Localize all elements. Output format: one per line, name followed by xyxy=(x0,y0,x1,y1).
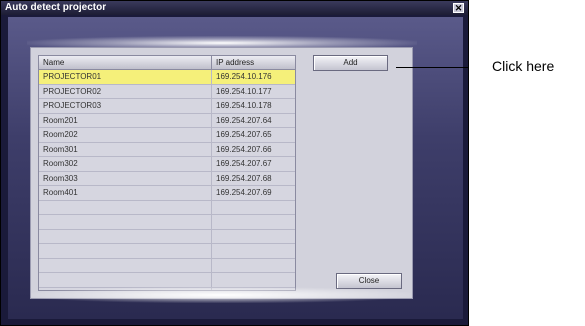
table-row[interactable]: PROJECTOR03 169.254.10.178 xyxy=(39,99,295,114)
cell-name: Room202 xyxy=(39,128,212,142)
cell-ip: 169.254.207.64 xyxy=(216,115,272,125)
title-bar: Auto detect projector ✕ xyxy=(1,1,468,15)
table-row[interactable]: Room202 169.254.207.65 xyxy=(39,128,295,143)
cell-ip xyxy=(212,230,295,244)
cell-name xyxy=(39,258,212,272)
cell-name: PROJECTOR01 xyxy=(39,70,212,84)
table-row[interactable]: PROJECTOR01 169.254.10.176 xyxy=(39,70,295,85)
cell-ip: 169.254.10.176 xyxy=(216,72,272,81)
table-row[interactable] xyxy=(39,229,295,244)
cell-name: Room303 xyxy=(39,171,212,185)
cell-ip xyxy=(212,201,295,215)
cell-ip xyxy=(212,259,295,273)
table-row[interactable] xyxy=(39,244,295,259)
cell-name: Room302 xyxy=(39,157,212,171)
cell-name: Room201 xyxy=(39,113,212,127)
table-row[interactable]: Room401 169.254.207.69 xyxy=(39,186,295,201)
table-header: Name IP address xyxy=(39,56,295,70)
cell-ip: 169.254.207.67 xyxy=(216,159,272,168)
table-row[interactable]: Room301 169.254.207.66 xyxy=(39,142,295,157)
cell-ip xyxy=(212,244,295,258)
cell-ip xyxy=(212,215,295,229)
cell-name xyxy=(39,273,212,287)
cell-name: Room401 xyxy=(39,186,212,200)
table-row[interactable] xyxy=(39,273,295,288)
content-panel: Name IP address PROJECTOR01 169.254.10.17… xyxy=(30,47,413,299)
table-row[interactable] xyxy=(39,200,295,215)
cell-ip: 169.254.10.177 xyxy=(216,86,272,96)
bottom-glow xyxy=(31,287,411,303)
add-button[interactable]: Add xyxy=(313,55,388,71)
table-row[interactable]: Room201 169.254.207.64 xyxy=(39,113,295,128)
cell-ip: 169.254.207.68 xyxy=(216,173,272,183)
cell-ip: 169.254.10.178 xyxy=(216,101,272,110)
projector-table: Name IP address PROJECTOR01 169.254.10.17… xyxy=(38,55,296,291)
auto-detect-projector-dialog: Auto detect projector ✕ Name IP address … xyxy=(0,0,469,326)
cell-name: PROJECTOR03 xyxy=(39,99,212,113)
column-header-ip[interactable]: IP address xyxy=(212,56,295,69)
cell-name xyxy=(39,200,212,214)
table-row[interactable]: Room302 169.254.207.67 xyxy=(39,157,295,172)
cell-name xyxy=(39,244,212,258)
table-row[interactable]: Room303 169.254.207.68 xyxy=(39,171,295,186)
cell-name: PROJECTOR02 xyxy=(39,84,212,98)
cell-ip xyxy=(212,273,295,287)
cell-name xyxy=(39,229,212,243)
window-title: Auto detect projector xyxy=(5,2,107,13)
cell-ip: 169.254.207.65 xyxy=(216,130,272,139)
cell-name: Room301 xyxy=(39,142,212,156)
callout-text: Click here xyxy=(492,58,555,74)
table-row[interactable]: PROJECTOR02 169.254.10.177 xyxy=(39,84,295,99)
close-icon[interactable]: ✕ xyxy=(453,3,464,13)
cell-name xyxy=(39,215,212,229)
callout-line xyxy=(396,67,468,68)
table-row[interactable] xyxy=(39,258,295,273)
table-body: PROJECTOR01 169.254.10.176 PROJECTOR02 169.… xyxy=(39,70,295,290)
column-header-name[interactable]: Name xyxy=(39,56,212,69)
cell-ip: 169.254.207.69 xyxy=(216,188,272,197)
table-row[interactable] xyxy=(39,215,295,230)
cell-ip: 169.254.207.66 xyxy=(216,144,272,154)
